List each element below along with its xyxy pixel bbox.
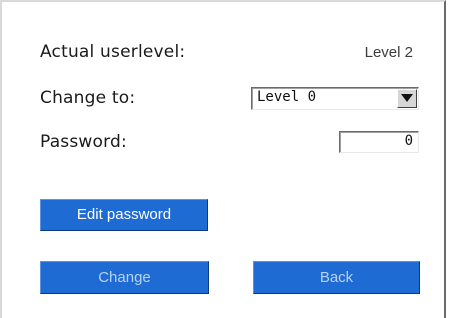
actual-userlevel-label: Actual userlevel: bbox=[40, 42, 186, 62]
edit-password-button[interactable]: Edit password bbox=[40, 199, 208, 231]
change-button[interactable]: Change bbox=[40, 261, 209, 294]
password-input[interactable]: 0 bbox=[339, 131, 419, 153]
userlevel-select-value: Level 0 bbox=[257, 89, 317, 105]
dropdown-button[interactable] bbox=[397, 89, 417, 108]
password-label: Password: bbox=[40, 132, 127, 152]
userlevel-panel: Actual userlevel: Level 2 Change to: Lev… bbox=[0, 0, 446, 318]
back-button[interactable]: Back bbox=[253, 261, 420, 294]
triangle-down-icon bbox=[401, 94, 413, 102]
change-to-label: Change to: bbox=[40, 88, 136, 108]
userlevel-select[interactable]: Level 0 bbox=[251, 87, 419, 110]
actual-userlevel-value: Level 2 bbox=[364, 44, 413, 61]
